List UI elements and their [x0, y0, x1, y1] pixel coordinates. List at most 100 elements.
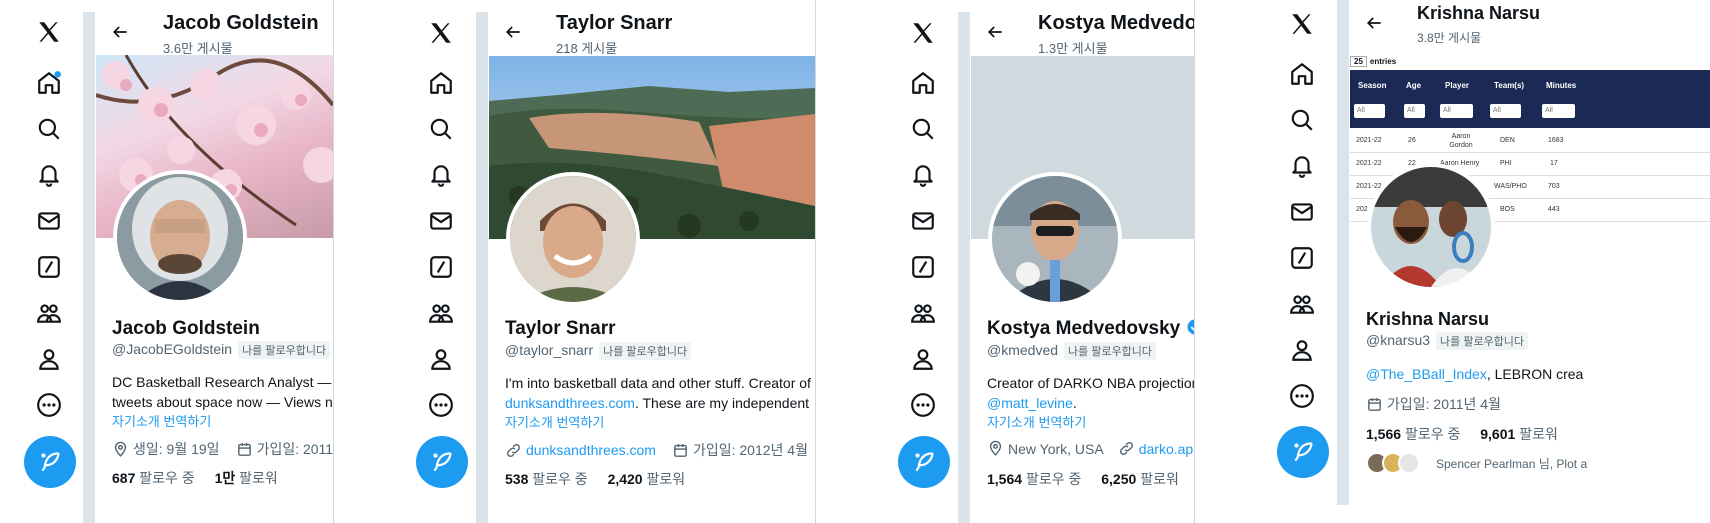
birthday-text: 생일: 9월 19일: [133, 441, 220, 457]
compose-post-button[interactable]: [24, 436, 76, 488]
compose-post-button[interactable]: [1277, 426, 1329, 478]
communities-icon[interactable]: [1289, 291, 1315, 317]
verified-badge-icon[interactable]: [1186, 318, 1194, 336]
followers-label: 팔로워: [1140, 471, 1179, 487]
followers-link[interactable]: 1만 팔로워: [215, 470, 278, 486]
profile-icon[interactable]: [36, 346, 62, 372]
user-handle: @knarsu3 나를 팔로우합니다: [1366, 332, 1529, 350]
joined-date: 가입일: 2011년 4월: [1387, 396, 1501, 412]
profile-avatar[interactable]: [506, 172, 640, 306]
x-logo-icon[interactable]: [428, 20, 454, 46]
follow-stats: 1,566 팔로우 중 9,601 팔로워: [1366, 424, 1558, 444]
table-cell: 202: [1356, 206, 1368, 213]
profile-avatar[interactable]: [1367, 163, 1495, 291]
search-icon[interactable]: [428, 116, 454, 142]
mail-icon[interactable]: [1289, 199, 1315, 225]
bell-icon[interactable]: [36, 162, 62, 188]
bell-icon[interactable]: [428, 162, 454, 188]
bio-mention-link[interactable]: @The_BBall_Index: [1366, 366, 1487, 382]
home-icon[interactable]: [910, 70, 936, 96]
follow-stats: 538 팔로우 중 2,420 팔로워: [505, 469, 685, 489]
more-icon[interactable]: [36, 392, 62, 418]
handle-text: @knarsu3: [1366, 332, 1431, 348]
follows-you-badge: 나를 팔로우합니다: [1436, 332, 1529, 350]
followers-link[interactable]: 2,420 팔로워: [608, 471, 686, 487]
following-count: 1,566: [1366, 426, 1402, 442]
mail-icon[interactable]: [910, 208, 936, 234]
more-icon[interactable]: [428, 392, 454, 418]
website-link[interactable]: dunksandthrees.com: [526, 442, 656, 458]
x-logo-icon[interactable]: [910, 20, 936, 46]
grok-icon[interactable]: [36, 254, 62, 280]
header-name: Krishna Narsu: [1417, 3, 1541, 23]
scrollbar-track[interactable]: [958, 12, 970, 523]
profile-panel-4: Krishna Narsu 3.8만 게시물 25 entries Season…: [1195, 0, 1710, 523]
x-logo-icon[interactable]: [1289, 11, 1315, 37]
more-icon[interactable]: [1289, 383, 1315, 409]
bell-icon[interactable]: [1289, 153, 1315, 179]
follows-you-badge: 나를 팔로우합니다: [599, 342, 692, 360]
following-label: 팔로우 중: [532, 471, 588, 487]
profile-icon[interactable]: [910, 346, 936, 372]
following-link[interactable]: 1,566 팔로우 중: [1366, 426, 1460, 442]
profile-avatar[interactable]: [113, 170, 247, 304]
search-icon[interactable]: [36, 116, 62, 142]
back-arrow-icon[interactable]: [110, 22, 130, 42]
mail-icon[interactable]: [36, 208, 62, 234]
profile-avatar[interactable]: [988, 172, 1122, 306]
table-row: 2021-22 26 Aaron Gordon DEN 1683: [1350, 130, 1710, 153]
bio-line: @The_BBall_Index, LEBRON crea: [1366, 364, 1583, 384]
home-icon[interactable]: [1289, 61, 1315, 87]
translate-bio-link[interactable]: 자기소개 번역하기: [112, 411, 211, 430]
communities-icon[interactable]: [428, 300, 454, 326]
follower-avatar: [1398, 452, 1420, 474]
filter-input: All: [1542, 104, 1575, 118]
bio-mention-link[interactable]: @matt_levine: [987, 395, 1073, 411]
home-icon[interactable]: [428, 70, 454, 96]
following-link[interactable]: 538 팔로우 중: [505, 471, 588, 487]
scrollbar-track[interactable]: [476, 12, 488, 523]
scrollbar-track[interactable]: [1337, 0, 1349, 505]
home-icon[interactable]: [36, 70, 62, 96]
x-logo-icon[interactable]: [36, 19, 62, 45]
communities-icon[interactable]: [36, 300, 62, 326]
grok-icon[interactable]: [910, 254, 936, 280]
column-header: Minutes: [1546, 81, 1577, 90]
following-label: 팔로우 중: [1025, 471, 1082, 487]
following-link[interactable]: 1,564 팔로우 중: [987, 471, 1081, 487]
following-link[interactable]: 687 팔로우 중: [112, 470, 195, 486]
mail-icon[interactable]: [428, 208, 454, 234]
compose-post-button[interactable]: [416, 436, 468, 488]
followed-by-text: Spencer Pearlman 님, Plot a: [1436, 456, 1588, 471]
back-arrow-icon[interactable]: [503, 22, 523, 42]
following-count: 687: [112, 470, 136, 486]
website-link[interactable]: darko.app: [1139, 441, 1194, 457]
search-icon[interactable]: [910, 116, 936, 142]
profile-icon[interactable]: [1289, 337, 1315, 363]
bio-website-link[interactable]: dunksandthrees.com: [505, 395, 635, 411]
nav-rail: [816, 0, 971, 523]
joined-date: 가입일: 2011: [256, 441, 333, 457]
link-icon: [1119, 442, 1133, 455]
followed-by-row[interactable]: Spencer Pearlman 님, Plot a: [1366, 452, 1587, 474]
entries-select: 25: [1350, 56, 1367, 67]
profile-icon[interactable]: [428, 346, 454, 372]
compose-post-button[interactable]: [898, 436, 950, 488]
table-cell: 703: [1548, 183, 1560, 190]
bell-icon[interactable]: [910, 162, 936, 188]
grok-icon[interactable]: [1289, 245, 1315, 271]
grok-icon[interactable]: [428, 254, 454, 280]
header-name: Taylor Snarr: [556, 12, 673, 34]
communities-icon[interactable]: [910, 300, 936, 326]
table-cell: 26: [1408, 137, 1416, 144]
translate-bio-link[interactable]: 자기소개 번역하기: [987, 412, 1086, 431]
more-icon[interactable]: [910, 392, 936, 418]
back-arrow-icon[interactable]: [1364, 13, 1384, 33]
column-header: Player: [1445, 81, 1470, 90]
search-icon[interactable]: [1289, 107, 1315, 133]
scrollbar-track[interactable]: [83, 12, 95, 523]
followers-link[interactable]: 6,250 팔로워: [1101, 471, 1179, 487]
translate-bio-link[interactable]: 자기소개 번역하기: [505, 412, 604, 431]
followers-link[interactable]: 9,601 팔로워: [1480, 426, 1558, 442]
back-arrow-icon[interactable]: [985, 22, 1005, 42]
